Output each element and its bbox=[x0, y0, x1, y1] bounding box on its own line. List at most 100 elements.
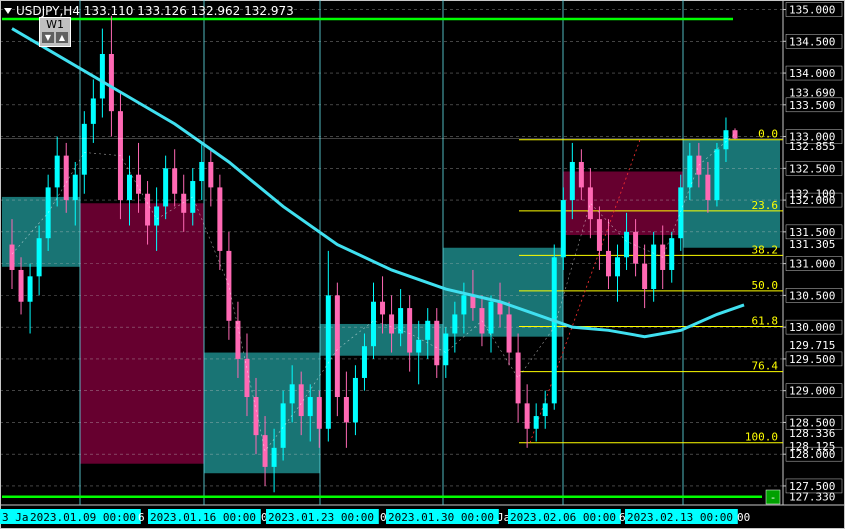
fibo-level-label: 0.0 bbox=[758, 128, 778, 141]
candle-body bbox=[678, 187, 684, 239]
candle-body bbox=[45, 187, 51, 239]
candle-body bbox=[181, 193, 187, 213]
candle-body bbox=[371, 301, 376, 347]
level-price-label: 127.330 bbox=[789, 491, 835, 504]
candle-body bbox=[389, 314, 395, 334]
price-tick-label: 129.000 bbox=[789, 385, 835, 398]
candle-body bbox=[615, 257, 621, 277]
chart-window[interactable]: 0.0 23.6 38.2 50.0 61.8 76.4 100.0 135.000 134.5… bbox=[0, 0, 845, 529]
candle-body bbox=[72, 174, 78, 201]
candle-body bbox=[343, 397, 349, 423]
candle-body bbox=[126, 174, 132, 201]
price-tick-label: 130.000 bbox=[789, 321, 835, 334]
timeframe-label: W1 bbox=[46, 18, 64, 31]
scroll-up-icon[interactable]: ▲ bbox=[56, 32, 68, 43]
candle-body bbox=[262, 435, 268, 467]
candle-body bbox=[416, 339, 422, 353]
candle-body bbox=[172, 168, 178, 194]
candle-body bbox=[732, 130, 738, 139]
fibo-level-label: 61.8 bbox=[752, 315, 779, 328]
fibo-level-label: 38.2 bbox=[752, 243, 779, 256]
fibo-level-label: 76.4 bbox=[752, 360, 779, 373]
candle-body bbox=[226, 250, 232, 321]
time-axis-label: 2023.01.30 00:00 bbox=[388, 511, 494, 524]
candle-body bbox=[714, 149, 720, 201]
fibo-level-label: 23.6 bbox=[752, 199, 779, 212]
price-tick-label: 132.500 bbox=[789, 162, 835, 175]
candle-body bbox=[461, 295, 467, 315]
candle-body bbox=[18, 269, 24, 302]
chart-header: USDJPY,H4 133.110 133.126 132.962 132.97… bbox=[2, 4, 294, 18]
candle-body bbox=[642, 263, 648, 290]
candle-body bbox=[36, 238, 42, 277]
candle-body bbox=[551, 257, 557, 404]
time-axis-label: 00 bbox=[737, 511, 750, 524]
fibo-level-label: 50.0 bbox=[752, 279, 779, 292]
candle-body bbox=[578, 161, 584, 188]
candle-body bbox=[289, 384, 295, 404]
level-price-label: 129.715 bbox=[789, 339, 835, 352]
candle-body bbox=[687, 155, 693, 188]
price-tick-label: 134.000 bbox=[789, 67, 835, 80]
fibo-level-label: 100.0 bbox=[745, 431, 778, 444]
time-axis-label: 2023.02.13 00:00 bbox=[627, 511, 733, 524]
candle-body bbox=[624, 231, 630, 258]
candle-body bbox=[669, 238, 675, 270]
price-tick-label: 131.500 bbox=[789, 226, 835, 239]
candle-body bbox=[334, 295, 340, 398]
candle-body bbox=[605, 250, 611, 277]
candle-body bbox=[633, 231, 639, 264]
candle-body bbox=[63, 155, 69, 201]
candle-body bbox=[352, 377, 358, 423]
time-axis-label: 2023.01.09 00:00 bbox=[30, 511, 136, 524]
price-tick-label: 133.500 bbox=[789, 99, 835, 112]
symbol-label: USDJPY,H4 bbox=[16, 4, 80, 18]
level-price-label: 131.305 bbox=[789, 238, 835, 251]
timeframe-panel[interactable]: W1 ▼ ▲ bbox=[39, 17, 71, 47]
price-tick-label: 134.500 bbox=[789, 35, 835, 48]
price-chart[interactable]: 0.0 23.6 38.2 50.0 61.8 76.4 100.0 135.000 134.5… bbox=[0, 0, 845, 529]
candle-body bbox=[533, 416, 539, 429]
time-axis-label: 6 bbox=[619, 511, 626, 524]
candle-body bbox=[208, 161, 214, 188]
candle-body bbox=[307, 397, 313, 417]
corner-button-label: - bbox=[770, 491, 777, 504]
level-price-label: 133.690 bbox=[789, 87, 835, 100]
ohlc-readout: 133.110 133.126 132.962 132.973 bbox=[83, 4, 294, 18]
candle-body bbox=[54, 155, 60, 188]
collapse-triangle-icon[interactable] bbox=[4, 8, 12, 14]
candle-body bbox=[443, 333, 449, 366]
candle-body bbox=[524, 403, 530, 429]
time-axis-label: 2023.02.06 00:00 bbox=[510, 511, 616, 524]
candle-body bbox=[325, 295, 331, 429]
candle-body bbox=[298, 384, 304, 417]
candle-body bbox=[723, 130, 729, 150]
level-price-label: 128.336 bbox=[789, 427, 835, 440]
candle-body bbox=[587, 187, 593, 220]
candle-body bbox=[235, 320, 241, 359]
time-axis-label: 6 bbox=[138, 511, 145, 524]
candle-body bbox=[271, 447, 277, 467]
candle-body bbox=[244, 358, 250, 398]
zone-bear bbox=[80, 203, 204, 464]
candle-body bbox=[380, 301, 386, 315]
candle-body bbox=[488, 301, 494, 334]
candle-body bbox=[190, 181, 196, 213]
candle-body bbox=[145, 193, 151, 226]
price-tick-label: 131.000 bbox=[789, 258, 835, 271]
level-price-label: 132.855 bbox=[789, 140, 835, 153]
candle-body bbox=[425, 320, 431, 340]
candle-body bbox=[506, 314, 512, 353]
candle-body bbox=[108, 53, 114, 112]
price-tick-label: 130.500 bbox=[789, 289, 835, 302]
time-axis-label: 0 bbox=[380, 511, 387, 524]
price-tick-label: 129.500 bbox=[789, 353, 835, 366]
candle-body bbox=[398, 308, 404, 334]
scroll-down-icon[interactable]: ▼ bbox=[42, 32, 54, 43]
candle-body bbox=[705, 174, 711, 201]
candle-body bbox=[407, 308, 413, 353]
time-axis-label: 2023.01.23 00:00 bbox=[268, 511, 374, 524]
level-price-label: 128.125 bbox=[789, 440, 835, 453]
candle-body bbox=[81, 123, 87, 175]
candle-body bbox=[217, 187, 223, 251]
